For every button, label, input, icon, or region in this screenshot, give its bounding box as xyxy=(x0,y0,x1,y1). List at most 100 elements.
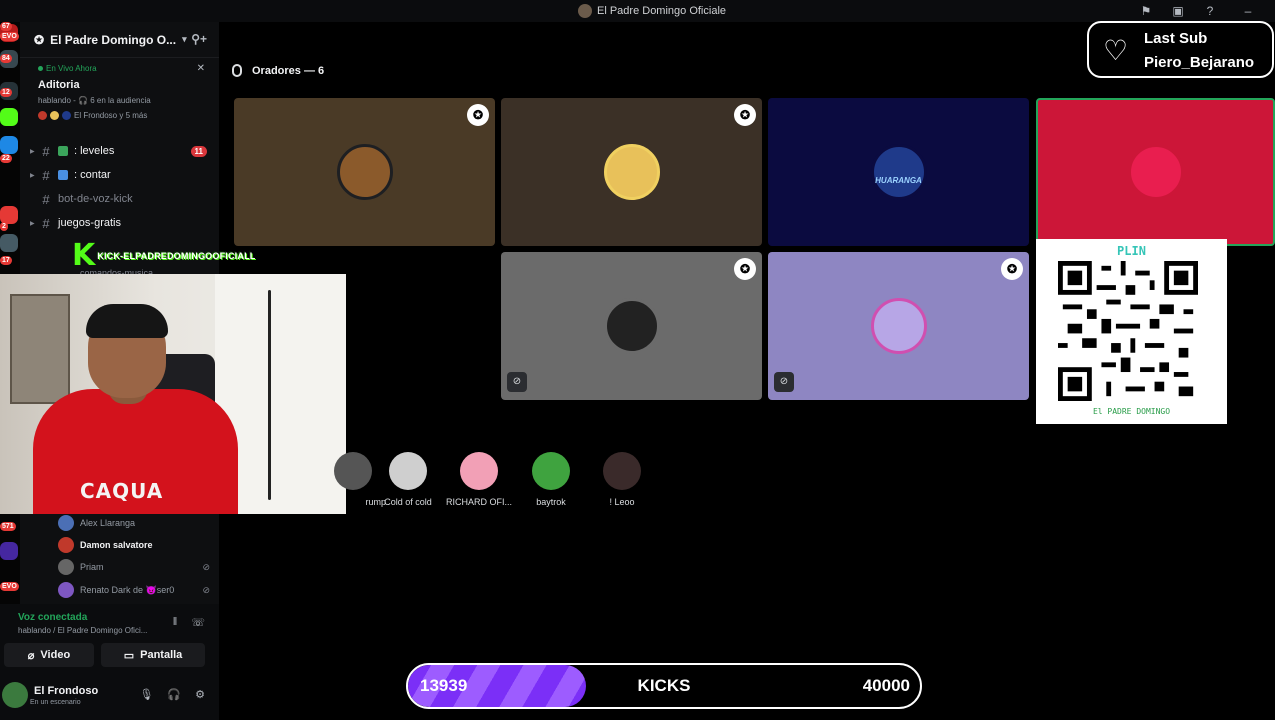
video-off-icon: ⌀ xyxy=(27,649,35,662)
channel-item-contar[interactable]: ▶ # : contar xyxy=(30,164,215,186)
qr-title: PLIN xyxy=(1117,244,1146,258)
voice-member[interactable]: Priam ⊘ xyxy=(58,557,214,577)
screen-share-button[interactable]: ▭ Pantalla xyxy=(101,643,205,667)
stage-speakers-header: Oradores — 6 xyxy=(232,64,324,77)
speaker-avatar xyxy=(603,144,660,200)
kick-channel-text: KICK-ELPADREDOMINGOOFICIALL xyxy=(97,251,256,261)
screen-share-label: Pantalla xyxy=(140,649,183,661)
hash-icon: # xyxy=(42,167,50,183)
invite-people-icon[interactable]: ⚲+ xyxy=(191,32,207,46)
moderator-icon: ✪ xyxy=(1001,258,1023,280)
hash-icon: # xyxy=(42,215,50,231)
window-titlebar: El Padre Domingo Oficiale ⚑ ▣ ? – xyxy=(0,0,1275,22)
avatar[interactable] xyxy=(2,682,28,708)
avatar xyxy=(50,111,59,120)
gear-icon[interactable]: ⚙ xyxy=(195,688,205,701)
microphone-icon[interactable]: 🎙 xyxy=(139,688,153,701)
speaker-tile-speaking[interactable] xyxy=(1036,98,1275,246)
screen-share-icon: ▭ xyxy=(123,649,135,662)
avatar xyxy=(334,452,372,490)
moderator-icon: ✪ xyxy=(734,104,756,126)
cable xyxy=(268,290,271,500)
live-label: En Vivo Ahora xyxy=(38,64,201,73)
speaker-tile[interactable]: ✪ xyxy=(234,98,495,246)
inbox-icon[interactable]: ▣ xyxy=(1170,3,1186,19)
server-item[interactable] xyxy=(0,542,18,560)
moderator-icon: ✪ xyxy=(467,104,489,126)
disconnect-icon[interactable]: ☏ xyxy=(191,616,205,629)
audience-member[interactable]: ! Leoo xyxy=(587,452,657,507)
server-badge: 571 xyxy=(0,522,16,531)
channel-item-bot-de-voz-kick[interactable]: # bot-de-voz-kick xyxy=(30,188,215,210)
hash-icon: # xyxy=(42,143,50,159)
speaker-avatar xyxy=(870,144,927,200)
audience-member[interactable]: baytrok xyxy=(516,452,586,507)
avatar xyxy=(58,537,74,553)
collapse-arrow-icon: ▶ xyxy=(30,172,35,179)
speaker-avatar xyxy=(336,144,393,200)
speaker-avatar xyxy=(603,298,660,354)
collapse-arrow-icon: ▶ xyxy=(30,148,35,155)
server-badge: 2 xyxy=(0,222,8,231)
avatar xyxy=(603,452,641,490)
stage-people: El Frondoso y 5 más xyxy=(38,111,201,120)
speaker-avatar-label: HUARANGA xyxy=(875,176,922,185)
avatar xyxy=(38,111,47,120)
voice-connected-subtitle[interactable]: hablando / El Padre Domingo Ofici... xyxy=(18,626,147,635)
video-button-label: Video xyxy=(40,649,71,661)
audience-member[interactable]: RICHARD OFI... xyxy=(444,452,514,507)
headphones-icon[interactable]: 🎧 xyxy=(167,688,181,701)
server-item[interactable] xyxy=(0,234,18,252)
voice-member-name: Alex Llaranga xyxy=(80,518,136,528)
mic-muted-icon: ⊘ xyxy=(202,561,210,572)
minimize-icon[interactable]: – xyxy=(1240,3,1256,19)
shelf xyxy=(10,294,70,404)
help-icon[interactable]: ? xyxy=(1202,3,1218,19)
mic-muted-icon: ⊘ xyxy=(774,372,794,392)
mic-muted-icon: ⊘ xyxy=(202,584,210,595)
last-sub-label: Last Sub xyxy=(1144,30,1208,47)
server-badge: EVO xyxy=(0,582,19,591)
live-stage-card[interactable]: En Vivo Ahora ✕ Aditoria hablando - 🎧 6 … xyxy=(20,60,219,130)
soundboard-icon[interactable]: ‖ xyxy=(173,616,178,629)
jersey-text: CAQUA xyxy=(80,479,164,503)
video-button[interactable]: ⌀ Video xyxy=(4,643,94,667)
channel-item-leveles[interactable]: ▶ # : leveles 11 xyxy=(30,140,215,162)
avatar xyxy=(58,559,74,575)
avatar xyxy=(58,515,74,531)
channel-emoji-icon xyxy=(58,146,68,156)
voice-connected-title: Voz conectada xyxy=(18,612,88,623)
collapse-arrow-icon: ▶ xyxy=(30,220,35,227)
audience-name: ! Leoo xyxy=(609,497,635,507)
channel-name: : leveles xyxy=(74,145,115,157)
flag-icon[interactable]: ⚑ xyxy=(1138,3,1154,19)
channel-name: juegos-gratis xyxy=(58,217,121,229)
voice-member[interactable]: Renato Dark de 😈ser0 ⊘ xyxy=(58,580,214,600)
server-badge: 67 xyxy=(0,22,12,31)
close-icon[interactable]: ✕ xyxy=(197,63,205,74)
last-sub-name: Piero_Bejarano xyxy=(1144,54,1255,71)
audience-name: Cold of cold xyxy=(384,497,432,507)
channel-item-juegos-gratis[interactable]: ▶ # juegos-gratis xyxy=(30,212,215,234)
avatar xyxy=(62,111,71,120)
window-title-text: El Padre Domingo Oficiale xyxy=(597,5,727,17)
server-item[interactable] xyxy=(0,108,18,126)
server-item[interactable] xyxy=(0,136,18,154)
mic-muted-icon: ⊘ xyxy=(507,372,527,392)
guild-header[interactable]: ✪ El Padre Domingo O... ▾ ⚲+ xyxy=(20,22,219,58)
avatar xyxy=(389,452,427,490)
heart-icon: ♡ xyxy=(1103,35,1129,66)
speaker-tile[interactable]: ✪ xyxy=(501,98,762,246)
voice-member[interactable]: Alex Llaranga xyxy=(58,513,214,533)
speaker-tile[interactable]: HUARANGA xyxy=(768,98,1029,246)
server-badge: 84 xyxy=(0,54,12,63)
qr-caption: El PADRE DOMINGO xyxy=(1092,407,1171,416)
kick-logo: K xyxy=(72,238,96,273)
chevron-down-icon: ▾ xyxy=(182,34,187,44)
speaker-tile[interactable]: ✪ ⊘ xyxy=(501,252,762,400)
speaker-tile[interactable]: ✪ ⊘ xyxy=(768,252,1029,400)
voice-connection-panel: Voz conectada hablando / El Padre Doming… xyxy=(0,604,219,720)
audience-member[interactable]: Cold of cold xyxy=(373,452,443,507)
voice-member[interactable]: Damon salvatore xyxy=(58,535,214,555)
audience-name: baytrok xyxy=(536,497,566,507)
